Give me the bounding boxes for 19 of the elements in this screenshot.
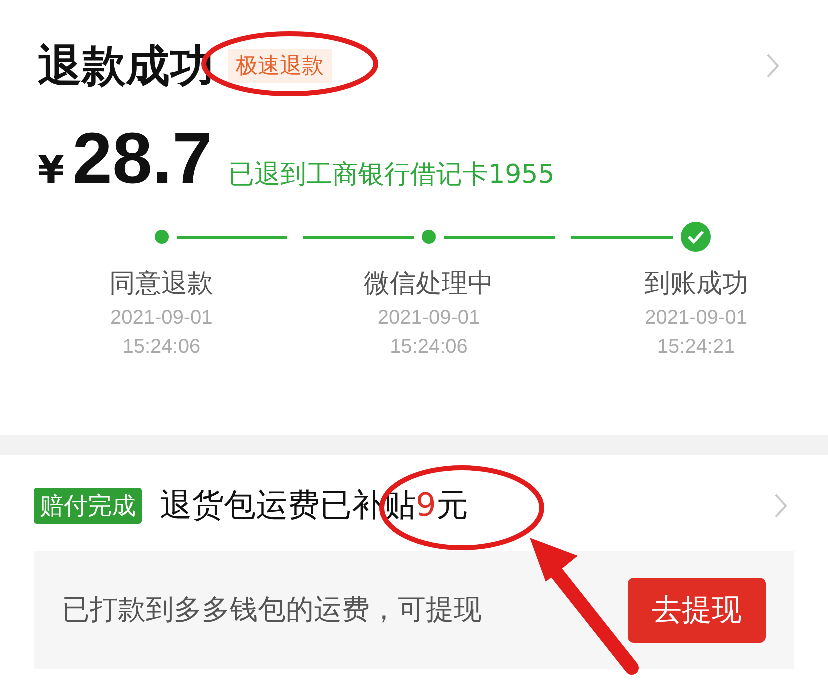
wallet-note: 已打款到多多钱包的运费，可提现 [62, 592, 482, 628]
chevron-right-icon[interactable] [774, 493, 788, 519]
step-date: 2021-09-01 [110, 307, 213, 330]
status-badge: 赔付完成 [34, 488, 142, 524]
step-label: 同意退款 [110, 268, 214, 301]
refund-tag: 极速退款 [228, 49, 332, 83]
refund-destination: 已退到工商银行借记卡1955 [228, 159, 555, 192]
step-date: 2021-09-01 [645, 307, 748, 330]
withdraw-button[interactable]: 去提现 [628, 578, 766, 642]
step-date: 2021-09-01 [378, 307, 480, 330]
compensation-text: 退货包运费已补贴9元 [160, 485, 468, 526]
step-label: 微信处理中 [364, 268, 494, 301]
step-time: 15:24:06 [122, 336, 201, 359]
refund-amount: 28.7 [72, 118, 213, 200]
step-time: 15:24:21 [657, 336, 736, 359]
chevron-right-icon[interactable] [766, 53, 780, 79]
currency-symbol: ¥ [38, 148, 64, 192]
step-time: 15:24:06 [390, 336, 468, 359]
step-label: 到账成功 [644, 268, 748, 301]
